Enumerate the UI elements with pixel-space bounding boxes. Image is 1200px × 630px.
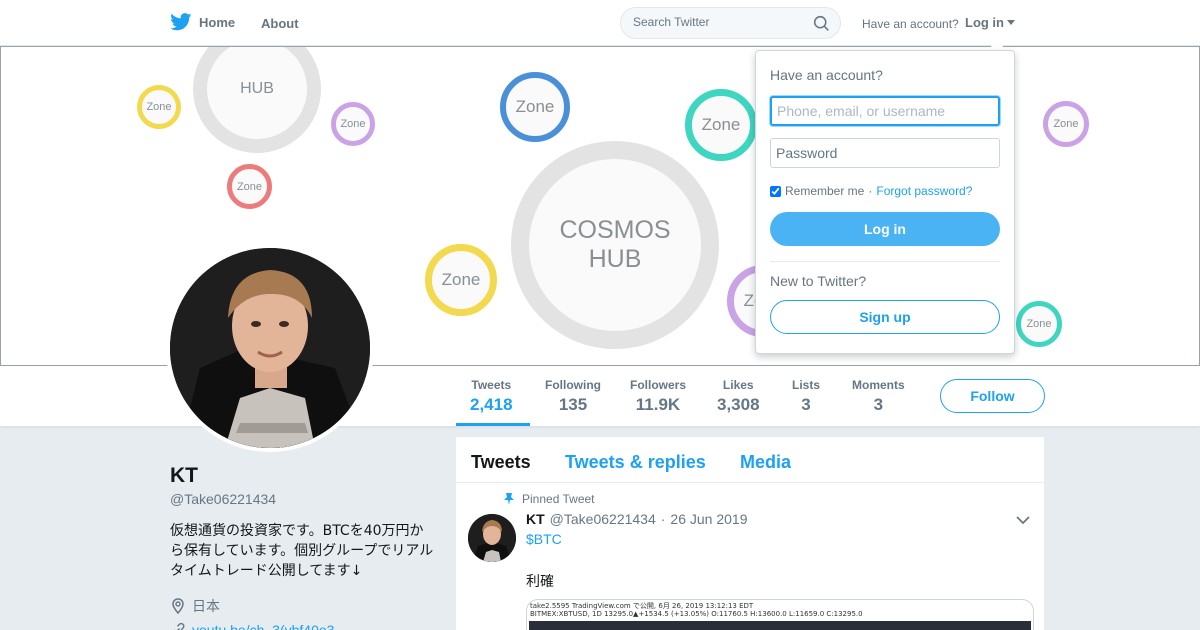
separator-dot: · [868, 184, 873, 198]
profile-name: KT [170, 464, 198, 487]
dropdown-divider [770, 261, 1000, 262]
nav-home-link[interactable]: Home [170, 13, 235, 31]
tweet-header: KT @Take06221434 · 26 Jun 2019 [526, 511, 748, 527]
banner-zone-circle: Zone [1016, 301, 1062, 347]
tweet-author-name[interactable]: KT [526, 511, 545, 527]
profile-avatar-frame [166, 244, 374, 452]
profile-link-text: youtu.be/ch_3(ybf40o3... [192, 622, 347, 630]
tweet-media-image[interactable]: take2.5595 TradingView.com で公開, 6月 26, 2… [526, 599, 1034, 630]
login-menu-toggle[interactable]: Log in [965, 15, 1015, 30]
profile-link[interactable]: youtu.be/ch_3(ybf40o3... [170, 622, 346, 630]
media-chart-area [529, 621, 1031, 630]
tweet-author-handle[interactable]: @Take06221434 [550, 511, 656, 527]
remember-me-checkbox[interactable] [770, 185, 781, 197]
pinned-tweet-label: Pinned Tweet [504, 492, 595, 506]
pin-icon [504, 493, 514, 505]
timeline-tabs: Tweets Tweets & replies Media [456, 437, 1044, 483]
username-field[interactable] [770, 96, 1000, 126]
link-icon [174, 622, 185, 630]
remember-me-label[interactable]: Remember me [785, 184, 864, 198]
timeline: Tweets Tweets & replies Media Pinned Twe… [456, 437, 1044, 630]
forgot-password-link[interactable]: Forgot password? [876, 184, 972, 198]
media-caption-line-1: take2.5595 TradingView.com で公開, 6月 26, 2… [530, 602, 754, 610]
signup-button[interactable]: Sign up [770, 300, 1000, 334]
twitter-bird-icon [170, 13, 192, 31]
stat-following[interactable]: Following 135 [545, 378, 601, 415]
active-stat-indicator [456, 423, 530, 426]
tweet-cashtag[interactable]: $BTC [526, 531, 562, 547]
caret-down-icon [1007, 19, 1015, 25]
tweet-text: 利確 [526, 574, 554, 590]
banner-zone-circle: Zone [227, 164, 272, 209]
search-box[interactable] [620, 7, 841, 39]
tweet-separator: · [660, 511, 666, 527]
profile-location: 日本 [170, 596, 220, 616]
search-input[interactable] [633, 15, 803, 29]
profile-handle: @Take06221434 [170, 491, 277, 507]
search-icon[interactable] [813, 15, 830, 32]
location-icon [172, 598, 184, 614]
banner-zone-circle: Zone [1043, 101, 1089, 147]
login-link-label: Log in [965, 15, 1004, 30]
stat-likes[interactable]: Likes 3,308 [717, 378, 760, 415]
banner-cosmos-hub-circle: COSMOS HUB [511, 141, 719, 349]
tab-tweets-replies[interactable]: Tweets & replies [565, 452, 706, 473]
stat-moments[interactable]: Moments 3 [852, 378, 905, 415]
banner-zone-circle: Zone [425, 244, 497, 316]
stat-lists[interactable]: Lists 3 [792, 378, 820, 415]
dropdown-caret [988, 40, 1006, 50]
tab-tweets[interactable]: Tweets [471, 452, 531, 473]
top-nav: Home About Have an account? Log in [0, 0, 1200, 46]
tweet-avatar[interactable] [468, 514, 516, 562]
banner-zone-circle: Zone [500, 72, 570, 142]
follow-button[interactable]: Follow [940, 379, 1045, 413]
banner-zone-circle: Zone [331, 102, 375, 146]
banner-zone-circle: Zone [685, 89, 757, 161]
new-to-twitter-text: New to Twitter? [770, 273, 867, 289]
banner-zone-circle: Zone [137, 85, 181, 129]
tweet-avatar-photo [468, 514, 516, 562]
profile-bio: 仮想通貨の投資家です。BTCを40万円から保有しています。個別グループでリアルタ… [170, 523, 434, 579]
dropdown-title: Have an account? [770, 67, 883, 83]
tab-media[interactable]: Media [740, 452, 791, 473]
have-account-text: Have an account? [862, 17, 959, 31]
login-button[interactable]: Log in [770, 212, 1000, 246]
avatar[interactable] [170, 248, 370, 448]
location-text: 日本 [192, 599, 220, 615]
chevron-down-icon[interactable] [1016, 515, 1030, 525]
nav-about-link[interactable]: About [261, 16, 299, 31]
login-dropdown: Have an account? Remember me · Forgot pa… [755, 50, 1015, 354]
avatar-photo [170, 248, 370, 448]
stat-tweets[interactable]: Tweets 2,418 [470, 378, 513, 415]
banner-hub-circle-small: HUB [193, 47, 321, 153]
media-caption-line-2: BITMEX:XBTUSD, 1D 13295.0▲+1534.5 (+13.0… [530, 610, 863, 618]
tweet-date[interactable]: 26 Jun 2019 [670, 511, 747, 527]
stat-followers[interactable]: Followers 11.9K [630, 378, 686, 415]
remember-me-row: Remember me · Forgot password? [770, 184, 972, 198]
nav-home-label: Home [199, 14, 236, 30]
password-field[interactable] [770, 138, 1000, 168]
